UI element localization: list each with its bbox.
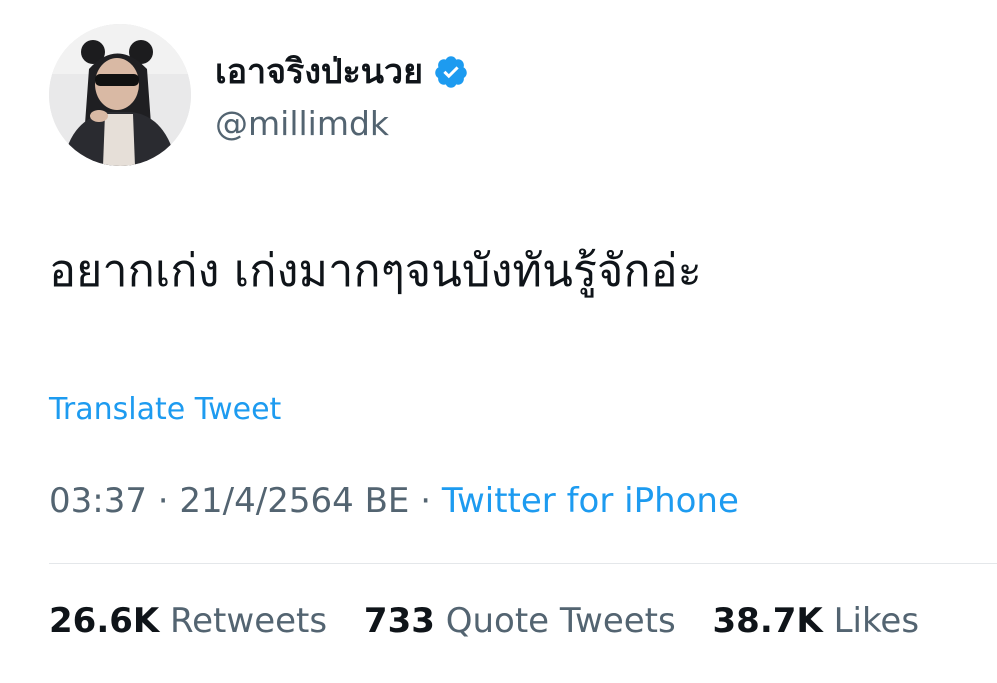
display-name[interactable]: เอาจริงป่ะนวย (215, 50, 469, 94)
quote-tweets-count: 733 (363, 601, 435, 641)
likes-label: Likes (833, 601, 920, 641)
engagement-stats: 26.6K Retweets 733 Quote Tweets 38.7K Li… (49, 598, 919, 644)
likes-stat[interactable]: 38.7K Likes (713, 601, 920, 641)
meta-separator: · (420, 481, 431, 521)
tweet-time[interactable]: 03:37 (49, 481, 147, 521)
user-handle[interactable]: @millimdk (215, 102, 389, 146)
retweets-count: 26.6K (49, 601, 160, 641)
tweet-source-link[interactable]: Twitter for iPhone (442, 481, 739, 521)
stats-divider (49, 563, 997, 564)
display-name-text: เอาจริงป่ะนวย (215, 52, 424, 92)
retweets-label: Retweets (170, 601, 328, 641)
tweet-text: อยากเก่ง เก่งมากๆจนบังทันรู้จักอ่ะ (49, 244, 702, 297)
quote-tweets-stat[interactable]: 733 Quote Tweets (364, 601, 687, 641)
avatar-image (49, 24, 191, 166)
verified-badge-icon (433, 54, 469, 90)
quote-tweets-label: Quote Tweets (445, 601, 676, 641)
translate-tweet-link[interactable]: Translate Tweet (49, 390, 281, 430)
meta-separator: · (157, 481, 169, 521)
profile-avatar[interactable] (49, 24, 191, 166)
likes-count: 38.7K (712, 601, 823, 641)
retweets-stat[interactable]: 26.6K Retweets (49, 601, 338, 641)
tweet-metadata: 03:37 · 21/4/2564 BE · Twitter for iPhon… (49, 478, 739, 524)
tweet-date[interactable]: 21/4/2564 BE (179, 481, 409, 521)
